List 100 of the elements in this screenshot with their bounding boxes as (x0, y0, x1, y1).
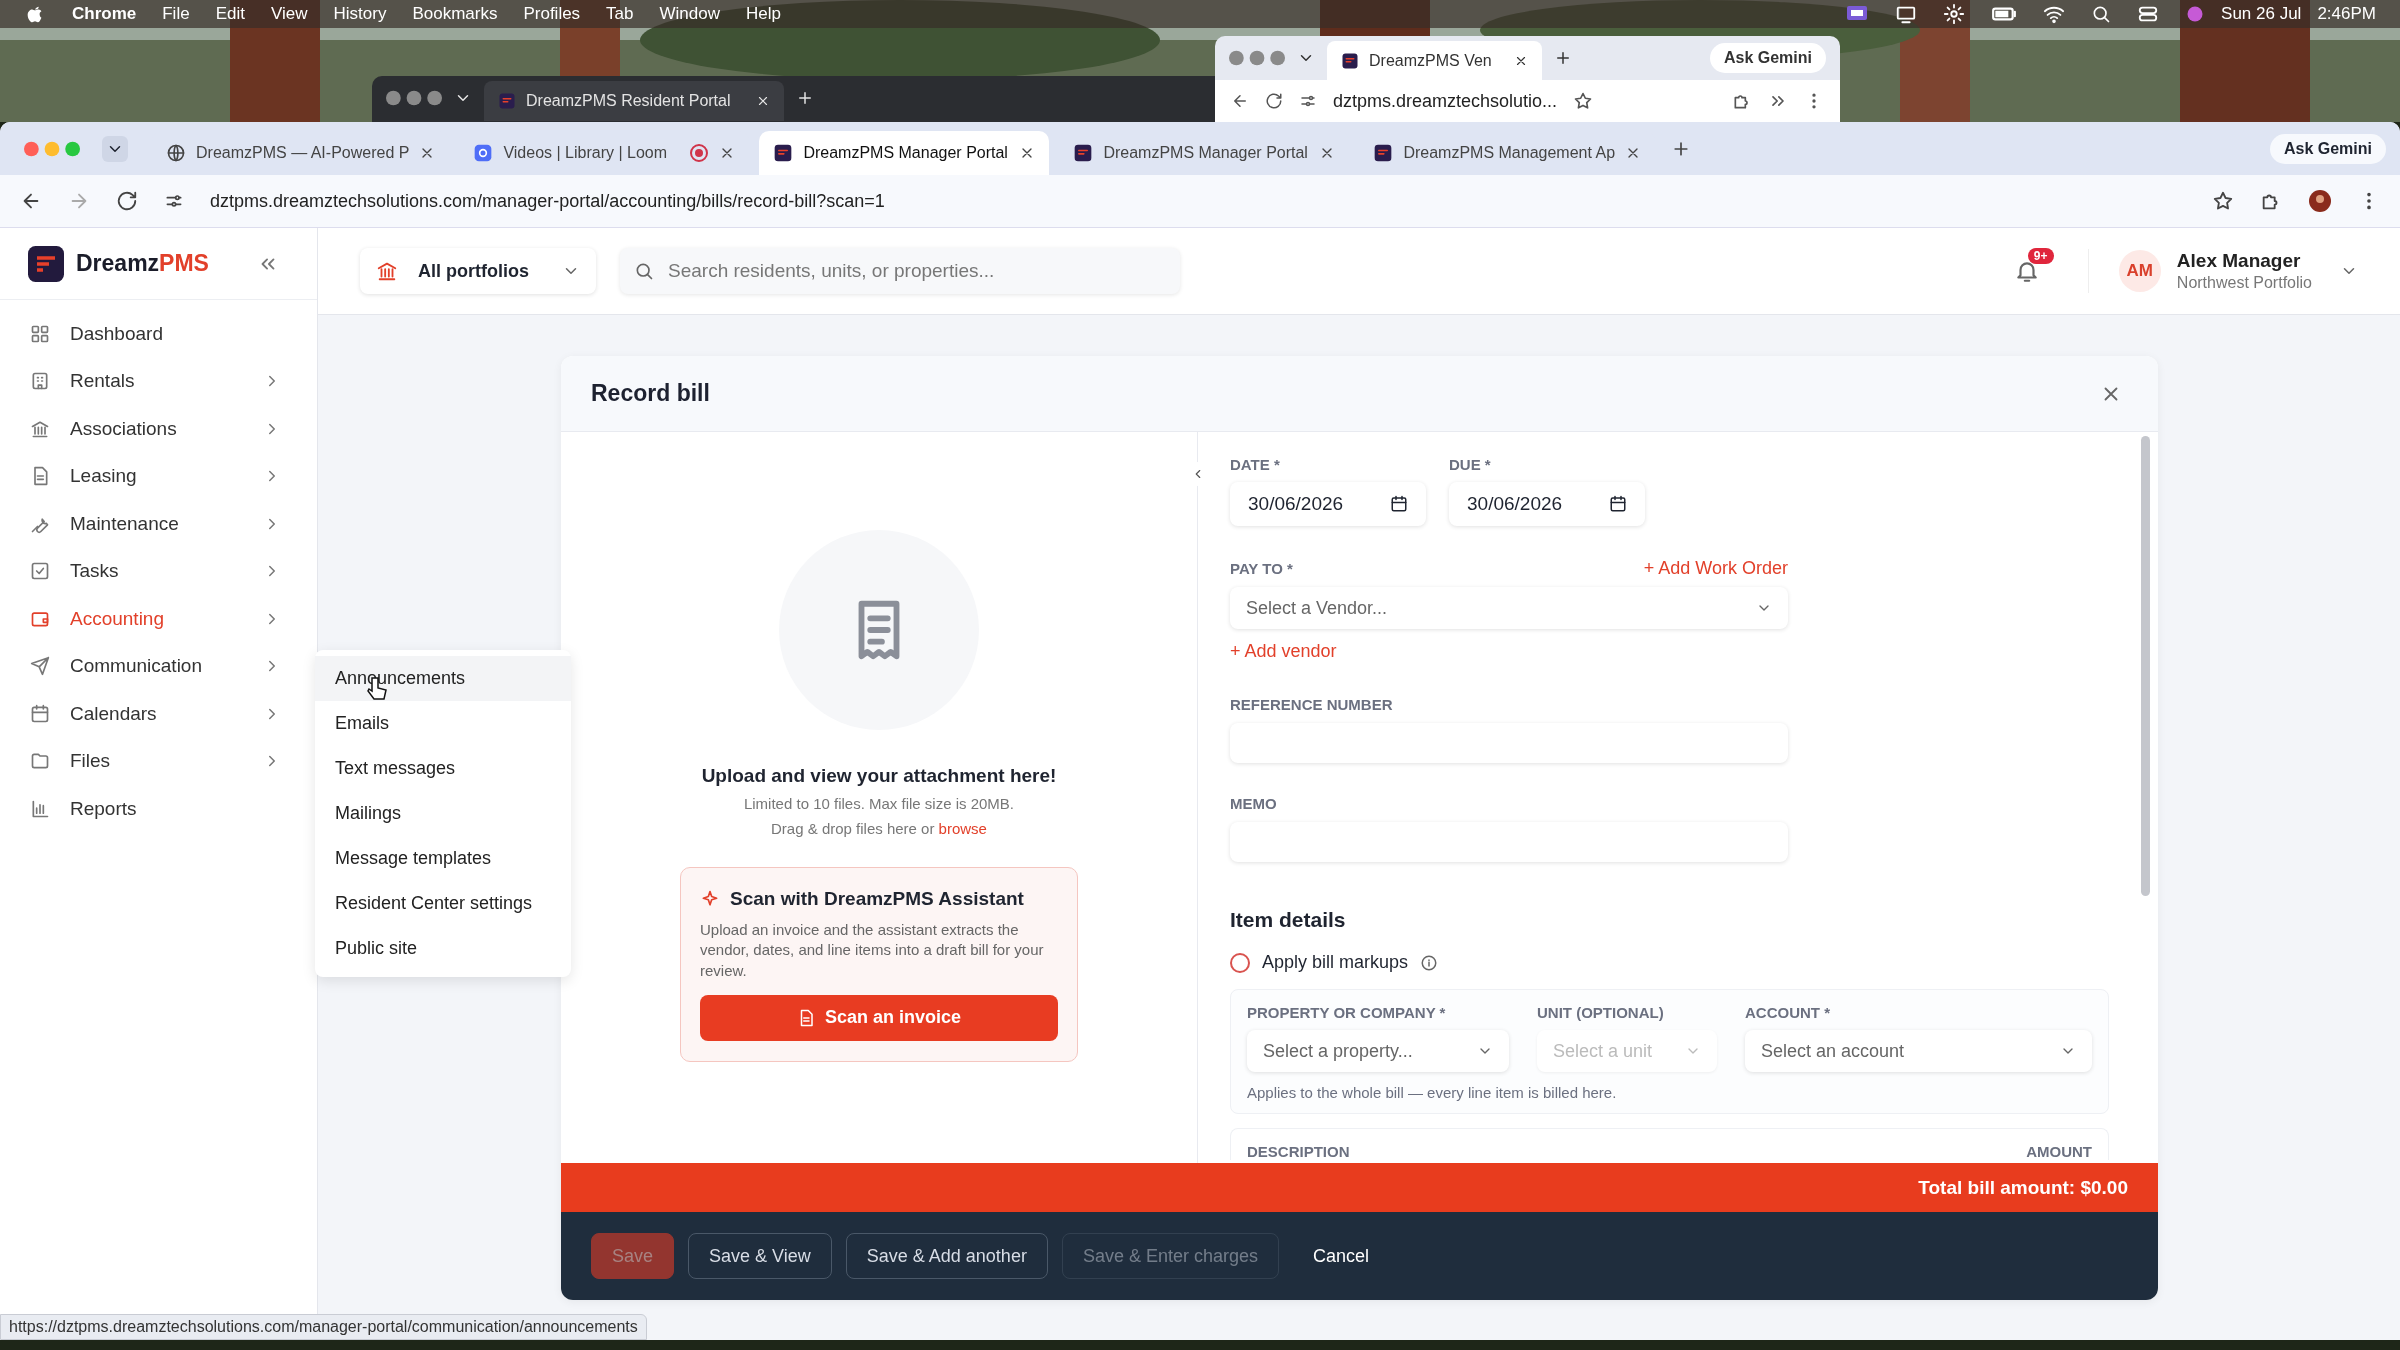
vendor-select[interactable]: Select a Vendor... (1230, 587, 1788, 629)
notification-badge: 9+ (2027, 248, 2054, 264)
paper-plane-icon (30, 656, 50, 677)
markups-checkbox[interactable] (1230, 952, 1250, 973)
folder-icon (30, 751, 50, 772)
action-button[interactable]: Save & Add another (845, 1233, 1048, 1279)
submenu-item[interactable]: Emails (315, 701, 571, 746)
field-label: UNIT (OPTIONAL) (1537, 1004, 1665, 1021)
menu-item[interactable]: History (333, 4, 387, 24)
date-field[interactable]: 30/06/2026 (1449, 482, 1645, 526)
reload-icon[interactable] (1265, 92, 1283, 110)
star-icon[interactable] (2212, 190, 2234, 212)
checkbox-label: Apply bill markups (1262, 952, 1409, 973)
user-avatar[interactable]: AM (2118, 250, 2161, 292)
sidebar-item[interactable]: Accounting (0, 595, 317, 643)
star-icon[interactable] (1573, 91, 1594, 111)
back-icon[interactable] (1231, 92, 1249, 110)
submenu-item[interactable]: Mailings (315, 791, 571, 836)
field-label: DATE * (1230, 456, 1281, 473)
sidebar-item[interactable]: Maintenance (0, 500, 317, 548)
date-field[interactable]: 30/06/2026 (1230, 482, 1426, 526)
ask-gemini-button[interactable]: Ask Gemini (1709, 43, 1826, 73)
menu-item[interactable]: View (270, 4, 308, 24)
browser-tab[interactable]: DreamzPMS Manager Portal (759, 131, 1050, 175)
dropdown[interactable]: Select an account (1745, 1030, 2092, 1072)
search-field[interactable]: Search residents, units, or properties... (620, 248, 1180, 294)
app-menu[interactable]: Chrome (72, 4, 137, 24)
submenu-item[interactable]: Text messages (315, 746, 571, 791)
check-square-icon (30, 561, 50, 582)
ask-gemini-button[interactable]: Ask Gemini (2269, 133, 2386, 164)
reload-icon[interactable] (116, 190, 138, 212)
building-icon (30, 371, 50, 392)
sun-icon[interactable] (1943, 3, 1966, 25)
column-header: DESCRIPTION (1247, 1143, 1350, 1160)
column-header: AMOUNT (2026, 1143, 2092, 1160)
scan-invoice-button[interactable]: Scan an invoice (700, 994, 1058, 1041)
submenu-item[interactable]: Message templates (315, 836, 571, 881)
logo-icon (28, 245, 64, 282)
menu-item[interactable]: Bookmarks (412, 4, 498, 24)
dropdown[interactable]: Select a property... (1247, 1030, 1509, 1072)
bank-icon (376, 260, 398, 282)
user-portfolio: Northwest Portfolio (2176, 274, 2312, 292)
add-work-order-link[interactable]: + Add Work Order (1643, 558, 1788, 579)
user-name: Alex Manager (2176, 250, 2302, 272)
status-url: https://dztpms.dreamztechsolutions.com/manager-portal/communication/announcements (0, 1314, 647, 1340)
search-icon (634, 261, 654, 281)
menu-item[interactable]: Help (746, 4, 781, 24)
grid-icon (30, 323, 50, 344)
total-amount: Total bill amount: $0.00 (1918, 1176, 2128, 1199)
search-icon[interactable] (2091, 4, 2112, 24)
action-button[interactable]: Save & View (688, 1233, 832, 1279)
browse-link[interactable]: browse (938, 820, 987, 837)
submenu-item[interactable]: Announcements (315, 656, 571, 701)
sidebar-item[interactable]: Rentals (0, 357, 317, 405)
hint-text: Applies to the whole bill — every line item is billed here. (1247, 1084, 1618, 1101)
portfolio-select[interactable]: All portfolios (360, 248, 596, 294)
close-icon[interactable] (756, 94, 770, 108)
action-button[interactable]: Cancel (1293, 1233, 1390, 1279)
calendar-icon (30, 703, 50, 724)
app-logo-icon (1073, 143, 1094, 163)
sidebar-item[interactable]: Reports (0, 785, 317, 833)
menu-item[interactable]: Window (659, 4, 720, 24)
sidebar-item[interactable]: Calendars (0, 690, 317, 738)
sidebar-item[interactable]: Communication (0, 642, 317, 690)
new-tab-icon[interactable] (1554, 49, 1572, 67)
field-label: PAY TO * (1230, 560, 1293, 577)
browser-tab[interactable]: DreamzPMS Ven (1327, 41, 1542, 81)
sidebar-item[interactable]: Leasing (0, 452, 317, 500)
menu-item[interactable]: File (162, 4, 190, 24)
upload-heading: Upload and view your attachment here! (701, 765, 1057, 787)
new-tab-icon[interactable] (796, 89, 814, 107)
globe-icon (166, 143, 186, 163)
field-label: PROPERTY OR COMPANY * (1247, 1004, 1447, 1021)
submenu-item[interactable]: Resident Center settings (315, 881, 571, 926)
close-icon[interactable] (1514, 54, 1528, 68)
app-logo-icon (773, 143, 794, 163)
add-vendor-link[interactable]: + Add vendor (1230, 641, 1337, 662)
profile-avatar[interactable] (2308, 189, 2332, 213)
app-logo-icon (1341, 52, 1359, 70)
scrollbar-thumb[interactable] (2141, 436, 2150, 896)
address-bar[interactable]: dztpms.dreamztechsolutio... (1333, 90, 1558, 112)
scan-description: Upload an invoice and the assistant extracts the vendor, dates, and line items into a draft bill for your review. (700, 920, 1045, 981)
sidebar-item[interactable]: Dashboard (0, 310, 317, 358)
menu-item[interactable]: Edit (215, 4, 245, 24)
submenu-item[interactable]: Public site (315, 926, 571, 971)
field-label: DUE * (1449, 456, 1492, 473)
menu-item[interactable]: Tab (606, 4, 634, 24)
menu-item[interactable]: Profiles (523, 4, 581, 24)
calendar-icon (1609, 495, 1627, 513)
drop-prompt: Drag & drop files here or browse (771, 820, 987, 837)
sidebar-item[interactable]: Tasks (0, 547, 317, 595)
app-logo-icon (498, 92, 516, 110)
info-icon (1420, 953, 1439, 972)
sidebar-item[interactable]: Associations (0, 405, 317, 453)
upload-limits: Limited to 10 files. Max file size is 20MB. (743, 795, 1015, 812)
field-label: REFERENCE NUMBER (1230, 696, 1393, 713)
browser-tab[interactable]: DreamzPMS Resident Portal (484, 81, 784, 121)
sidebar-item[interactable]: Files (0, 737, 317, 785)
loom-logo-icon (473, 143, 494, 163)
bar-chart-icon (30, 798, 50, 819)
